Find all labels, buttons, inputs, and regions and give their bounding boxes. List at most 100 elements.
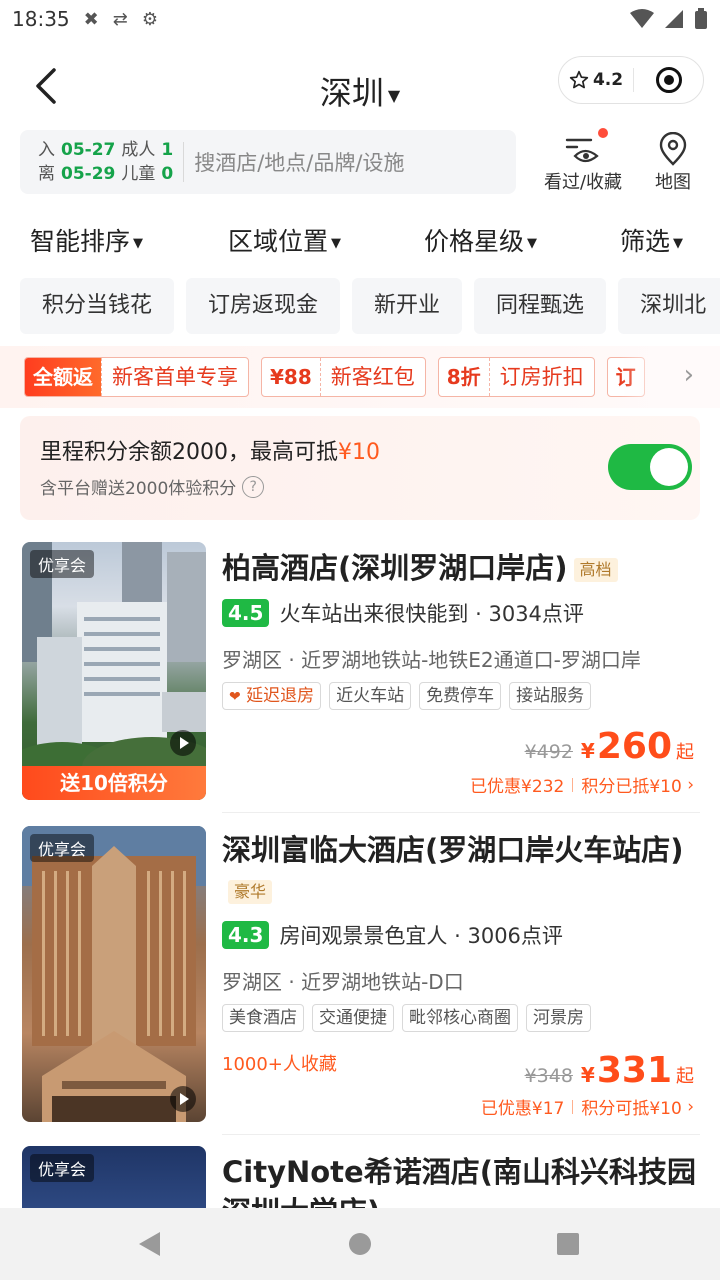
- vip-badge: 优享会: [30, 834, 95, 862]
- status-bar: 18:35 ✖ ⇄ ⚙: [0, 0, 720, 38]
- promo-tag: 8折: [446, 365, 481, 389]
- discount-info[interactable]: 已优惠¥232 积分已抵¥10 ›: [470, 772, 694, 798]
- points-sub-text: 含平台赠送2000体验积分: [40, 479, 237, 499]
- caret-down-icon: ▼: [527, 235, 538, 251]
- promo-tag: 全额返: [25, 358, 101, 396]
- price-suffix: 起: [676, 742, 694, 763]
- status-time: 18:35: [12, 7, 70, 31]
- play-video-icon[interactable]: [170, 1086, 196, 1112]
- children-label: 儿童: [121, 164, 156, 184]
- collect-count: 1000+人收藏: [222, 1054, 337, 1075]
- checkin-label: 入: [38, 140, 55, 160]
- feature-tag: 毗邻核心商圈: [402, 1004, 518, 1032]
- review-count: · 3006点评: [454, 924, 563, 948]
- tag-item[interactable]: 深圳北: [618, 278, 720, 334]
- caret-down-icon: ▼: [133, 235, 144, 251]
- adults-count: 1: [161, 140, 174, 160]
- chevron-right-icon: ›: [687, 774, 694, 795]
- promo-text: 订房折扣: [488, 358, 594, 396]
- battery-icon: [695, 8, 707, 29]
- original-price: ¥348: [524, 1065, 573, 1087]
- header: 深圳 ▼ 4.2: [0, 50, 720, 126]
- adults-label: 成人: [121, 140, 156, 160]
- caret-down-icon: ▼: [673, 235, 684, 251]
- hotel-image[interactable]: 优享会: [22, 1146, 206, 1208]
- sort-price-star[interactable]: 价格星级 ▼: [424, 222, 537, 258]
- hotel-location: 罗湖区 · 近罗湖地铁站-D口: [222, 970, 464, 994]
- hotel-name-text: 柏高酒店(深圳罗湖口岸店): [222, 551, 568, 585]
- map-button[interactable]: 地图: [642, 130, 704, 194]
- hotel-name: CityNote希诺酒店(南山科兴科技园深圳大学店): [222, 1155, 696, 1208]
- discount-separator: [572, 777, 574, 792]
- tag-item[interactable]: 新开业: [352, 278, 463, 334]
- hotel-image[interactable]: 优享会 送10倍积分: [22, 542, 206, 800]
- current-price: 331: [596, 1050, 672, 1091]
- price-suffix: 起: [676, 1066, 694, 1087]
- promo-coupon[interactable]: ¥88 新客红包: [261, 357, 426, 397]
- heart-icon: ❤: [229, 689, 241, 705]
- sort-smart-label: 智能排序: [30, 227, 131, 256]
- tag-item[interactable]: 积分当钱花: [20, 278, 175, 334]
- feature-tag: 近火车站: [329, 682, 412, 710]
- sort-filter-bar: 智能排序 ▼ 区域位置 ▼ 价格星级 ▼ 筛选 ▼: [0, 218, 720, 264]
- nav-home-icon[interactable]: [348, 1230, 372, 1258]
- quick-filter-tags: 积分当钱花 订房返现金 新开业 同程甄选 深圳北: [20, 278, 720, 336]
- notification-dot: [598, 128, 608, 138]
- promo-coupon[interactable]: 全额返 新客首单专享: [24, 357, 249, 397]
- play-video-icon[interactable]: [170, 730, 196, 756]
- data-icon: ⇄: [112, 8, 128, 30]
- discount-separator: [572, 1099, 574, 1114]
- hotel-name: 深圳富临大酒店(罗湖口岸火车站店) 豪华: [222, 830, 702, 910]
- nav-recents-icon[interactable]: [556, 1230, 580, 1258]
- hotel-rating: 4.3 房间观景景色宜人 · 3006点评: [222, 920, 563, 950]
- tag-item[interactable]: 订房返现金: [186, 278, 341, 334]
- search-divider: [183, 142, 185, 182]
- caret-down-icon: ▼: [387, 85, 401, 105]
- points-toggle[interactable]: [608, 444, 692, 490]
- hotel-building-illustration: [22, 542, 206, 800]
- tag-item[interactable]: 同程甄选: [474, 278, 607, 334]
- sort-area-label: 区域位置: [228, 227, 329, 256]
- hotel-name-text: 深圳富临大酒店(罗湖口岸火车站店): [222, 833, 684, 867]
- rating-score: 4.3: [222, 921, 270, 949]
- favorite-button[interactable]: 4.2: [559, 70, 633, 90]
- promo-coupon[interactable]: 8折 订房折扣: [437, 357, 595, 397]
- points-card: 里程积分余额2000，最高可抵¥10 含平台赠送2000体验积分?: [20, 416, 700, 520]
- hotel-features: 美食酒店 交通便捷 毗邻核心商圈 河景房: [222, 1004, 591, 1032]
- help-icon[interactable]: ?: [242, 475, 265, 498]
- children-count: 0: [161, 164, 174, 184]
- caret-down-icon: ▼: [331, 235, 342, 251]
- wifi-icon: [630, 9, 654, 28]
- hotel-card[interactable]: 优享会 CityNote希诺酒店(南山科兴科技园深圳大学店): [0, 1146, 720, 1208]
- nav-back-icon[interactable]: [136, 1230, 162, 1258]
- checkout-label: 离: [38, 164, 55, 184]
- sort-smart[interactable]: 智能排序 ▼: [30, 222, 143, 258]
- city-name: 深圳: [319, 74, 384, 112]
- history-favorites-button[interactable]: 看过/收藏: [538, 128, 628, 194]
- price-line: ¥492 ¥ 260 起: [525, 726, 694, 767]
- hotel-grade-badge: 高档: [573, 558, 618, 582]
- hotel-rating: 4.5 火车站出来很快能到 · 3034点评: [222, 598, 584, 628]
- rating-highlight: 火车站出来很快能到: [279, 602, 469, 626]
- feature-tag: 接站服务: [509, 682, 592, 710]
- history-label: 看过/收藏: [543, 172, 623, 193]
- hotel-features: ❤ 延迟退房 近火车站 免费停车 接站服务: [222, 682, 592, 710]
- checkin-date: 05-27: [61, 140, 116, 160]
- close-mini-program-button[interactable]: [634, 66, 703, 94]
- promo-text: 新客首单专享: [101, 358, 248, 396]
- currency-symbol: ¥: [580, 1063, 595, 1087]
- sort-area[interactable]: 区域位置 ▼: [228, 222, 341, 258]
- points-amount: ¥10: [338, 440, 380, 465]
- hotel-image[interactable]: 优享会: [22, 826, 206, 1122]
- chevron-right-icon[interactable]: ›: [684, 360, 694, 390]
- rating-highlight: 房间观景景色宜人: [279, 924, 448, 948]
- search-input[interactable]: 搜酒店/地点/品牌/设施: [194, 147, 404, 177]
- saved-amount: 已优惠¥232: [470, 777, 565, 797]
- date-guest-selector[interactable]: 入 05-27 成人 1 离 05-29 儿童 0: [20, 138, 173, 186]
- review-count: · 3034点评: [475, 602, 584, 626]
- search-box[interactable]: 入 05-27 成人 1 离 05-29 儿童 0 搜酒店/地点/品牌/设施: [20, 130, 516, 194]
- sort-filter-label: 筛选: [620, 227, 671, 256]
- promo-text: 新客红包: [319, 358, 425, 396]
- sort-filter[interactable]: 筛选 ▼: [620, 222, 683, 258]
- discount-info[interactable]: 已优惠¥17 积分可抵¥10 ›: [481, 1094, 694, 1120]
